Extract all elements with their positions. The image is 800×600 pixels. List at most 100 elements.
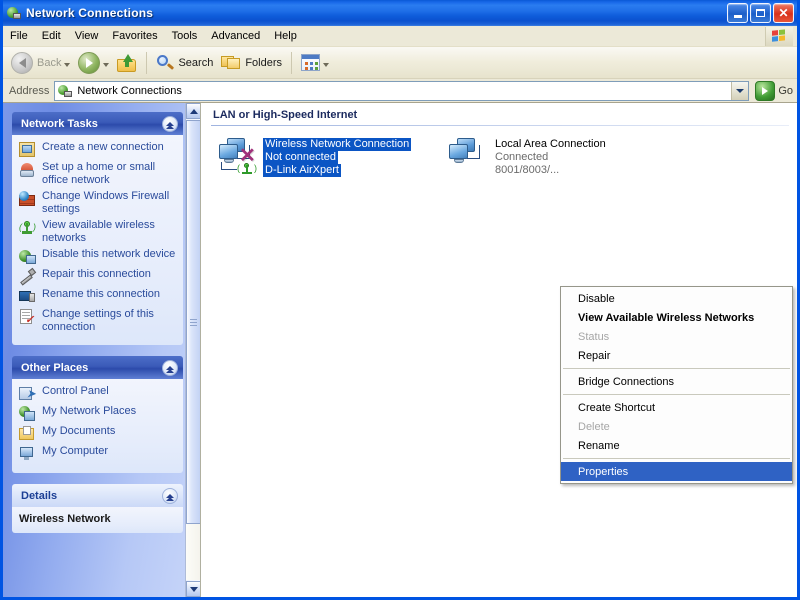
menu-view[interactable]: View — [68, 28, 106, 45]
context-menu-item-status: Status — [561, 327, 792, 346]
up-button[interactable] — [113, 50, 141, 76]
details-connection-name: Wireless Network — [19, 513, 176, 525]
sidebar-item-change-settings[interactable]: ✓ Change settings of this connection — [19, 308, 176, 334]
network-connections-window: Network Connections ✕ File Edit View Fav… — [0, 0, 800, 600]
panel-header-network-tasks[interactable]: Network Tasks — [12, 112, 183, 135]
sidebar-item-setup-home-network[interactable]: Set up a home or small office network — [19, 161, 176, 187]
address-bar: Address Network Connections Go — [3, 79, 797, 103]
context-menu-item-view-available-wireless-networks[interactable]: View Available Wireless Networks — [561, 308, 792, 327]
scrollbar-track[interactable] — [186, 524, 200, 580]
back-dropdown-icon[interactable] — [64, 63, 70, 67]
my-computer-icon — [19, 446, 36, 462]
go-button[interactable]: Go — [755, 81, 793, 101]
panel-other-places: Other Places ➤ Control Panel My Network … — [12, 356, 183, 473]
repair-icon — [19, 269, 36, 285]
panel-body-details: Wireless Network — [12, 507, 183, 533]
menu-advanced[interactable]: Advanced — [204, 28, 267, 45]
home-network-icon — [19, 162, 36, 178]
views-dropdown-icon[interactable] — [323, 63, 329, 67]
sidebar-item-label: Change Windows Firewall settings — [42, 190, 176, 216]
back-button[interactable]: Back — [7, 50, 74, 76]
lan-connection-icon — [445, 136, 489, 176]
toolbar-separator-2 — [291, 52, 292, 74]
menu-file[interactable]: File — [3, 28, 35, 45]
chevron-up-icon[interactable] — [162, 116, 178, 132]
menu-help[interactable]: Help — [267, 28, 304, 45]
sidebar-item-rename-connection[interactable]: Rename this connection — [19, 288, 176, 305]
panel-header-other-places[interactable]: Other Places — [12, 356, 183, 379]
search-label: Search — [178, 57, 213, 69]
panel-title: Network Tasks — [21, 118, 98, 130]
sidebar-item-control-panel[interactable]: ➤ Control Panel — [19, 385, 176, 402]
scroll-down-button[interactable] — [186, 581, 200, 597]
address-input[interactable]: Network Connections — [54, 81, 749, 101]
minimize-button[interactable] — [727, 3, 748, 23]
rename-icon — [19, 289, 36, 305]
network-globe-icon — [6, 5, 22, 21]
views-button[interactable] — [297, 50, 333, 76]
chevron-up-icon[interactable] — [162, 360, 178, 376]
menu-tools[interactable]: Tools — [165, 28, 205, 45]
views-icon — [301, 54, 320, 71]
address-dropdown-button[interactable] — [731, 82, 748, 100]
context-menu-item-create-shortcut[interactable]: Create Shortcut — [561, 398, 792, 417]
content-pane: LAN or High-Speed Internet ✕ () Wireless — [200, 103, 797, 597]
window-body: Network Tasks Create a new connection Se… — [3, 103, 797, 597]
sidebar-scrollbar[interactable] — [185, 103, 200, 597]
sidebar-item-my-documents[interactable]: My Documents — [19, 425, 176, 442]
close-button[interactable]: ✕ — [773, 3, 794, 23]
menu-edit[interactable]: Edit — [35, 28, 68, 45]
menu-favorites[interactable]: Favorites — [105, 28, 164, 45]
new-connection-icon — [19, 142, 36, 158]
sidebar-item-view-wireless-networks[interactable]: () View available wireless networks — [19, 219, 176, 245]
sidebar-item-label: Change settings of this connection — [42, 308, 176, 334]
window-buttons: ✕ — [727, 3, 797, 23]
connection-name: Local Area Connection — [493, 138, 608, 151]
forward-arrow-icon — [78, 52, 100, 74]
connection-item-wireless[interactable]: ✕ () Wireless Network Connection Not con… — [215, 136, 445, 177]
connection-labels: Wireless Network Connection Not connecte… — [263, 136, 411, 177]
scroll-up-button[interactable] — [186, 103, 200, 119]
disable-device-icon — [19, 249, 36, 265]
sidebar-item-label: Disable this network device — [42, 248, 175, 261]
maximize-button[interactable] — [750, 3, 771, 23]
folders-button[interactable]: Folders — [217, 50, 286, 76]
context-menu-item-repair[interactable]: Repair — [561, 346, 792, 365]
back-arrow-icon — [11, 52, 33, 74]
sidebar-item-change-firewall-settings[interactable]: Change Windows Firewall settings — [19, 190, 176, 216]
sidebar-item-my-computer[interactable]: My Computer — [19, 445, 176, 462]
toolbar: Back Search Folders — [3, 47, 797, 79]
scrollbar-thumb[interactable] — [186, 120, 200, 524]
up-folder-icon — [117, 54, 137, 72]
panel-title: Other Places — [21, 362, 88, 374]
forward-button[interactable] — [74, 50, 113, 76]
sidebar-item-repair-connection[interactable]: Repair this connection — [19, 268, 176, 285]
context-menu[interactable]: Disable View Available Wireless Networks… — [560, 286, 793, 484]
folders-icon — [221, 54, 241, 71]
connection-device: D-Link AirXpert — [263, 164, 341, 177]
window-title: Network Connections — [26, 6, 727, 20]
context-menu-separator — [563, 394, 790, 395]
panel-network-tasks: Network Tasks Create a new connection Se… — [12, 112, 183, 345]
search-icon — [156, 54, 174, 72]
search-button[interactable]: Search — [152, 50, 217, 76]
chevron-down-icon — [736, 89, 744, 93]
connection-item-local-area[interactable]: Local Area Connection Connected 8001/800… — [445, 136, 675, 177]
connection-name: Wireless Network Connection — [263, 138, 411, 151]
sidebar-item-create-new-connection[interactable]: Create a new connection — [19, 141, 176, 158]
connections-list: ✕ () Wireless Network Connection Not con… — [201, 126, 797, 177]
panel-header-details[interactable]: Details — [12, 484, 183, 507]
panel-body-network-tasks: Create a new connection Set up a home or… — [12, 135, 183, 345]
control-panel-icon: ➤ — [19, 386, 36, 402]
context-menu-item-bridge-connections[interactable]: Bridge Connections — [561, 372, 792, 391]
context-menu-item-properties[interactable]: Properties — [561, 462, 792, 481]
forward-dropdown-icon[interactable] — [103, 63, 109, 67]
sidebar-item-disable-network-device[interactable]: Disable this network device — [19, 248, 176, 265]
context-menu-item-rename[interactable]: Rename — [561, 436, 792, 455]
connection-device: 8001/8003/... — [493, 164, 561, 177]
sidebar-item-my-network-places[interactable]: My Network Places — [19, 405, 176, 422]
context-menu-item-disable[interactable]: Disable — [561, 289, 792, 308]
chevron-up-icon — [190, 109, 198, 114]
chevron-up-icon[interactable] — [162, 488, 178, 504]
sidebar-item-label: My Network Places — [42, 405, 136, 418]
